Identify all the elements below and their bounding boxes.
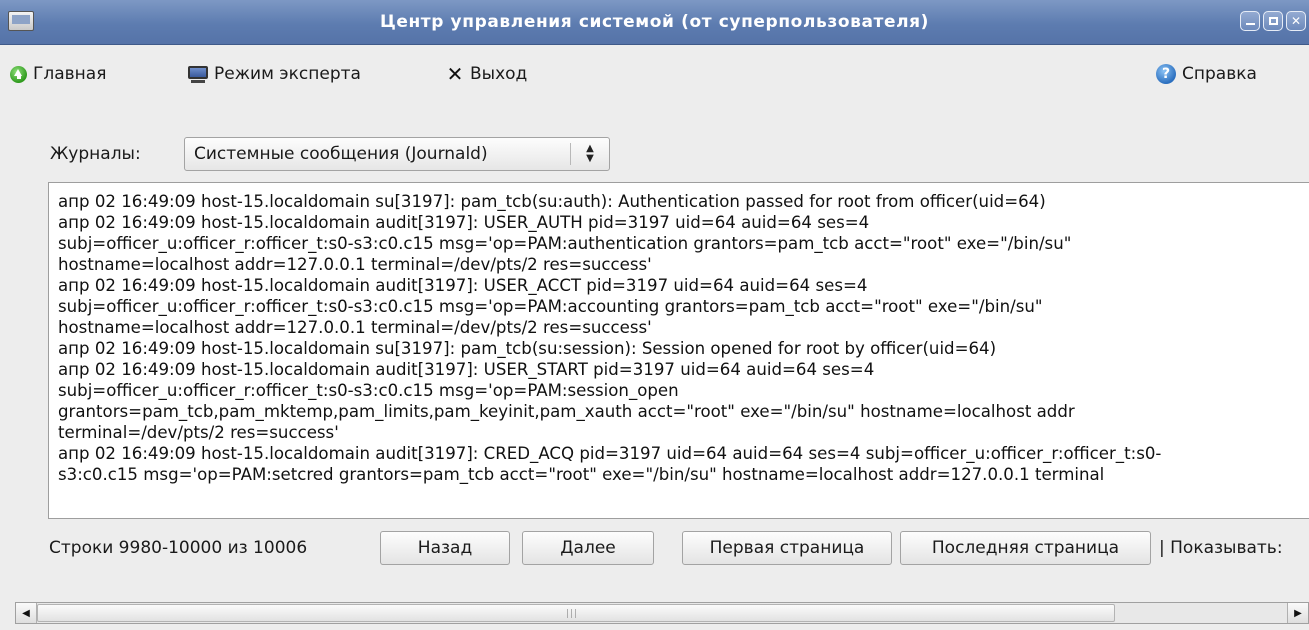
minimize-icon [1245, 23, 1255, 25]
home-label: Главная [33, 64, 107, 84]
scrollbar-grip-icon: ||| [566, 609, 579, 619]
log-content: апр 02 16:49:09 host-15.localdomain su[3… [58, 191, 1161, 485]
window-title: Центр управления системой (от суперпольз… [379, 12, 930, 32]
exit-x-icon: ✕ [446, 62, 464, 86]
log-line: subj=officer_u:officer_r:officer_t:s0-s3… [58, 297, 1043, 316]
horizontal-scrollbar[interactable]: ◀ ||| ▶ [15, 602, 1309, 624]
maximize-icon [1268, 17, 1278, 25]
log-line: subj=officer_u:officer_r:officer_t:s0-s3… [58, 234, 1072, 253]
log-line: апр 02 16:49:09 host-15.localdomain su[3… [58, 192, 1046, 211]
last-page-button[interactable]: Последняя страница [900, 531, 1151, 565]
help-button[interactable]: ? Справка [1156, 60, 1257, 88]
log-line: апр 02 16:49:09 host-15.localdomain audi… [58, 213, 870, 232]
log-line: terminal=/dev/pts/2 res=success' [58, 423, 339, 442]
help-icon: ? [1156, 64, 1176, 84]
help-label: Справка [1182, 64, 1257, 84]
scroll-right-button[interactable]: ▶ [1287, 603, 1308, 623]
log-line: апр 02 16:49:09 host-15.localdomain audi… [58, 444, 1162, 463]
expert-mode-button[interactable]: Режим эксперта [188, 60, 361, 88]
log-line: hostname=localhost addr=127.0.0.1 termin… [58, 255, 652, 274]
journals-selected-value: Системные сообщения (Journald) [194, 144, 488, 164]
next-button[interactable]: Далее [522, 531, 654, 565]
log-line: апр 02 16:49:09 host-15.localdomain su[3… [58, 339, 997, 358]
log-line: s3:c0.c15 msg='op=PAM:setcred grantors=p… [58, 465, 1105, 484]
title-bar: Центр управления системой (от суперпольз… [0, 0, 1309, 45]
minimize-button[interactable] [1240, 11, 1260, 31]
scrollbar-thumb[interactable]: ||| [37, 604, 1115, 622]
rows-range-info: Строки 9980-10000 из 10006 [49, 538, 308, 558]
log-line: hostname=localhost addr=127.0.0.1 termin… [58, 318, 652, 337]
log-line: апр 02 16:49:09 host-15.localdomain audi… [58, 360, 875, 379]
journals-select[interactable]: Системные сообщения (Journald) ▲ ▼ [184, 137, 610, 171]
scroll-left-button[interactable]: ◀ [16, 603, 37, 623]
maximize-button[interactable] [1263, 11, 1283, 31]
journals-label: Журналы: [50, 144, 141, 164]
log-text-area[interactable]: апр 02 16:49:09 host-15.localdomain su[3… [48, 182, 1309, 519]
log-line: grantors=pam_tcb,pam_mktemp,pam_limits,p… [58, 402, 1075, 421]
exit-button[interactable]: ✕ Выход [446, 60, 528, 88]
first-page-button[interactable]: Первая страница [682, 531, 892, 565]
log-line: апр 02 16:49:09 host-15.localdomain audi… [58, 276, 868, 295]
arrow-left-icon: ◀ [22, 607, 30, 619]
exit-label: Выход [470, 64, 528, 84]
show-count-label: | Показывать: [1159, 538, 1283, 558]
expert-mode-label: Режим эксперта [214, 64, 361, 84]
log-line: subj=officer_u:officer_r:officer_t:s0-s3… [58, 381, 679, 400]
home-icon [10, 65, 27, 83]
home-button[interactable]: Главная [10, 60, 106, 88]
close-button[interactable]: ✕ [1286, 11, 1306, 31]
back-button[interactable]: Назад [380, 531, 510, 565]
select-arrows-icon: ▲ ▼ [586, 143, 594, 164]
close-icon: ✕ [1290, 14, 1302, 28]
arrow-right-icon: ▶ [1294, 607, 1302, 619]
toolbar: Главная Режим эксперта ✕ Выход ? Справка [0, 45, 1309, 103]
monitor-icon [188, 65, 208, 83]
